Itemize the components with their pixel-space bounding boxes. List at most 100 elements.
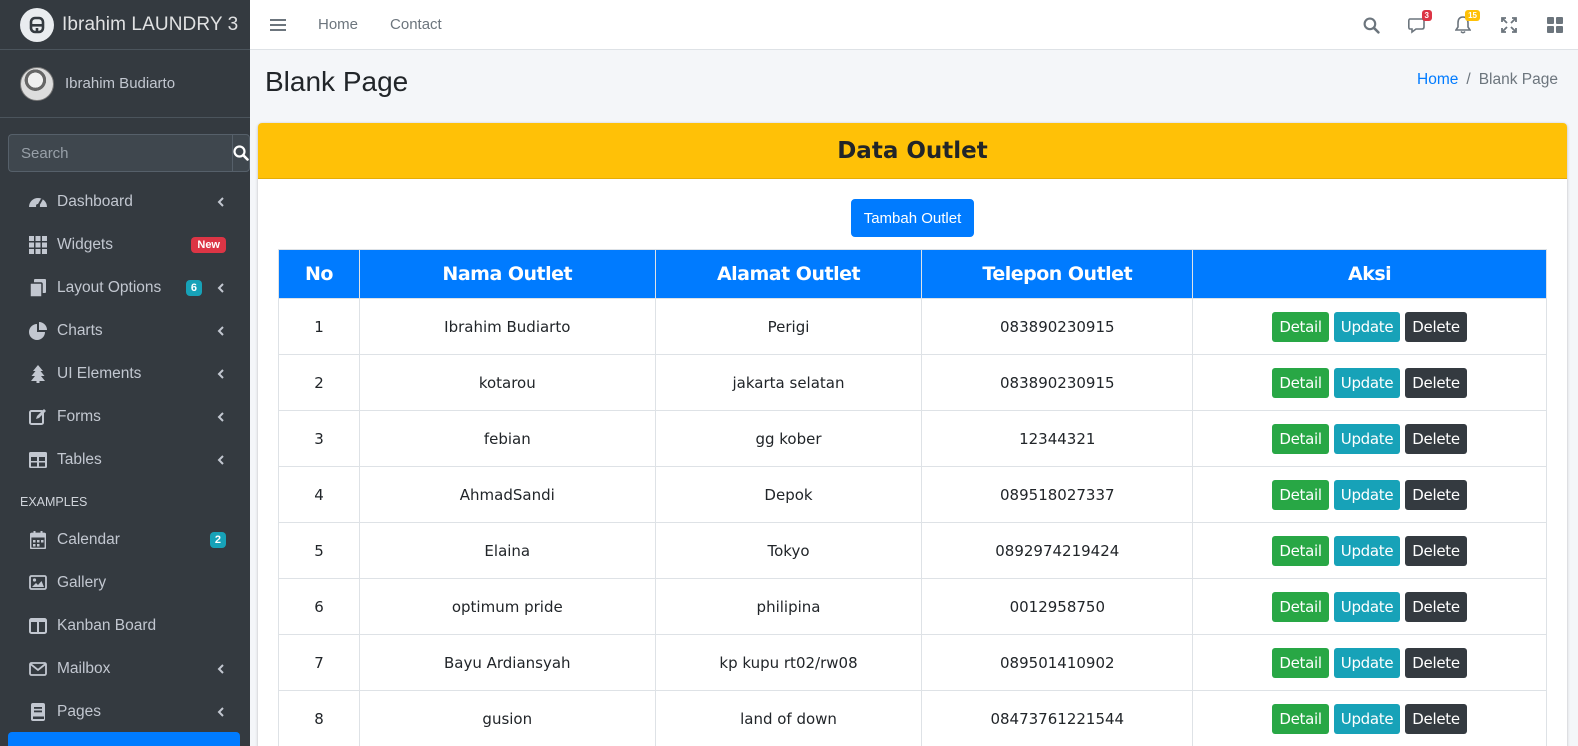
- sidebar-item-calendar[interactable]: Calendar 2: [8, 518, 242, 561]
- sidebar-item-mailbox[interactable]: Mailbox: [8, 647, 242, 690]
- cell-alamat-outlet: Depok: [654, 466, 923, 523]
- cell-nama-outlet: Bayu Ardiansyah: [358, 634, 656, 691]
- sidebar-item-forms[interactable]: Forms: [8, 395, 242, 438]
- cell-aksi: Detail Update Delete: [1192, 578, 1547, 635]
- sidebar-item-layout-options[interactable]: Layout Options 6: [8, 266, 242, 309]
- table-header-row: No Nama Outlet Alamat Outlet Telepon Out…: [278, 249, 1547, 299]
- row-actions: Detail Update Delete: [1193, 647, 1546, 678]
- sidebar-item-label: Forms: [57, 407, 101, 425]
- messages-button[interactable]: 3: [1394, 0, 1440, 50]
- detail-button[interactable]: Detail: [1272, 367, 1329, 398]
- sidebar-search-input[interactable]: [8, 134, 232, 172]
- fullscreen-button[interactable]: [1486, 0, 1532, 50]
- add-outlet-button[interactable]: Tambah Outlet: [851, 199, 974, 237]
- sidebar-item-pages[interactable]: Pages: [8, 690, 242, 733]
- sidebar-search-button[interactable]: [232, 134, 250, 172]
- nav-link-home[interactable]: Home: [318, 16, 358, 33]
- chevron-left-icon: [216, 368, 226, 379]
- count-badge: 6: [185, 279, 202, 296]
- cell-alamat-outlet: land of down: [654, 690, 923, 746]
- book-icon: [28, 702, 48, 722]
- row-actions: Detail Update Delete: [1193, 479, 1546, 510]
- update-button[interactable]: Update: [1333, 535, 1401, 566]
- cell-nama-outlet: Elaina: [358, 522, 656, 579]
- cell-aksi: Detail Update Delete: [1192, 410, 1547, 467]
- delete-button[interactable]: Delete: [1405, 479, 1467, 510]
- control-sidebar-button[interactable]: [1532, 0, 1578, 50]
- row-actions: Detail Update Delete: [1193, 703, 1546, 734]
- update-button[interactable]: Update: [1333, 591, 1401, 622]
- update-button[interactable]: Update: [1333, 367, 1401, 398]
- table-row: 1 Ibrahim Budiarto Perigi 083890230915 Detai…: [278, 298, 1547, 355]
- delete-button[interactable]: Delete: [1405, 311, 1467, 342]
- cell-aksi: Detail Update Delete: [1192, 690, 1547, 746]
- sidebar-item-tables[interactable]: Tables: [8, 438, 242, 481]
- row-actions: Detail Update Delete: [1193, 423, 1546, 454]
- navbar-search-button[interactable]: [1348, 0, 1394, 50]
- cell-aksi: Detail Update Delete: [1192, 354, 1547, 411]
- breadcrumb-home[interactable]: Home: [1417, 71, 1458, 88]
- cell-telepon-outlet: 089501410902: [921, 634, 1194, 691]
- cell-telepon-outlet: 0892974219424: [921, 522, 1194, 579]
- cell-no: 5: [278, 522, 360, 579]
- table-row: 4 AhmadSandi Depok 089518027337 Detail Update…: [278, 466, 1547, 523]
- cell-no: 8: [278, 690, 360, 746]
- cell-nama-outlet: kotarou: [358, 354, 656, 411]
- nav-link-contact[interactable]: Contact: [390, 16, 442, 33]
- delete-button[interactable]: Delete: [1405, 535, 1467, 566]
- detail-button[interactable]: Detail: [1272, 479, 1329, 510]
- detail-button[interactable]: Detail: [1272, 423, 1329, 454]
- update-button[interactable]: Update: [1333, 311, 1401, 342]
- search-icon: [233, 145, 249, 161]
- sidebar-item-ui-elements[interactable]: UI Elements: [8, 352, 242, 395]
- delete-button[interactable]: Delete: [1405, 703, 1467, 734]
- update-button[interactable]: Update: [1333, 703, 1401, 734]
- chevron-left-icon: [216, 282, 226, 293]
- cell-alamat-outlet: Tokyo: [654, 522, 923, 579]
- cell-nama-outlet: Ibrahim Budiarto: [358, 298, 656, 355]
- sidebar-item-gallery[interactable]: Gallery: [8, 561, 242, 604]
- brand-link[interactable]: Ibrahim LAUNDRY 3: [0, 0, 250, 50]
- sidebar-item-label: Pages: [57, 702, 101, 720]
- sidebar-item-label: Kanban Board: [57, 616, 157, 634]
- sidebar-item-charts[interactable]: Charts: [8, 309, 242, 352]
- row-actions: Detail Update Delete: [1193, 367, 1546, 398]
- pie-chart-icon: [28, 321, 48, 341]
- table-row: 6 optimum pride philipina 0012958750 Detail U…: [278, 578, 1547, 635]
- sidebar-item-dashboard[interactable]: Dashboard: [8, 180, 242, 223]
- user-name[interactable]: Ibrahim Budiarto: [65, 75, 175, 92]
- delete-button[interactable]: Delete: [1405, 423, 1467, 454]
- sidebar-nav-examples: Calendar 2 Gallery Kanban Board Mailbox …: [0, 518, 250, 733]
- sidebar-item-kanban-board[interactable]: Kanban Board: [8, 604, 242, 647]
- breadcrumb: Home / Blank Page: [1417, 71, 1558, 89]
- sidebar-item-active[interactable]: [8, 732, 240, 746]
- sidebar-item-label: Mailbox: [57, 659, 111, 677]
- tachometer-icon: [28, 192, 48, 212]
- user-panel[interactable]: Ibrahim Budiarto: [0, 50, 250, 118]
- new-badge: New: [191, 236, 226, 253]
- detail-button[interactable]: Detail: [1272, 647, 1329, 678]
- sidebar-item-label: Tables: [57, 450, 102, 468]
- cell-telepon-outlet: 089518027337: [921, 466, 1194, 523]
- sidebar-item-label: Gallery: [57, 573, 107, 591]
- update-button[interactable]: Update: [1333, 647, 1401, 678]
- menu-toggle-icon[interactable]: [270, 18, 290, 32]
- sidebar-item-label: Dashboard: [57, 192, 133, 210]
- detail-button[interactable]: Detail: [1272, 535, 1329, 566]
- sidebar-item-widgets[interactable]: Widgets New: [8, 223, 242, 266]
- detail-button[interactable]: Detail: [1272, 703, 1329, 734]
- outlet-table-body: 1 Ibrahim Budiarto Perigi 083890230915 Detai…: [278, 298, 1547, 746]
- update-button[interactable]: Update: [1333, 423, 1401, 454]
- detail-button[interactable]: Detail: [1272, 591, 1329, 622]
- delete-button[interactable]: Delete: [1405, 591, 1467, 622]
- update-button[interactable]: Update: [1333, 479, 1401, 510]
- column-header-alamat: Alamat Outlet: [654, 249, 923, 299]
- delete-button[interactable]: Delete: [1405, 647, 1467, 678]
- columns-icon: [28, 616, 48, 636]
- delete-button[interactable]: Delete: [1405, 367, 1467, 398]
- breadcrumb-separator: /: [1466, 71, 1471, 88]
- notifications-button[interactable]: 15: [1440, 0, 1486, 50]
- detail-button[interactable]: Detail: [1272, 311, 1329, 342]
- row-actions: Detail Update Delete: [1193, 535, 1546, 566]
- image-icon: [28, 573, 48, 593]
